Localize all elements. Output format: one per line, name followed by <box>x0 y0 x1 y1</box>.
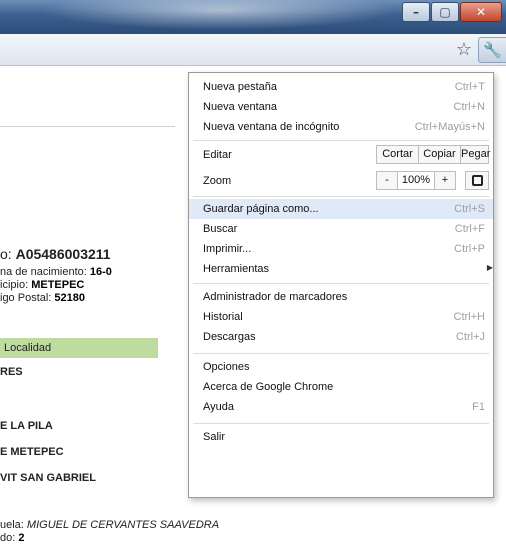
browser-toolbar: ☆ 🔧 <box>0 34 506 66</box>
maximize-button[interactable]: ▢ <box>431 2 459 22</box>
locality-header: Localidad <box>0 338 158 358</box>
menu-item-help[interactable]: Ayuda F1 <box>189 397 493 417</box>
find-label: Buscar <box>203 223 238 235</box>
menu-separator <box>193 140 489 141</box>
zoom-level: 100% <box>397 171 435 190</box>
minimize-button[interactable]: – <box>402 2 430 22</box>
exit-label: Salir <box>203 431 226 443</box>
tools-label: Herramientas <box>203 263 270 275</box>
school-value: MIGUEL DE CERVANTES SAAVEDRA <box>26 519 220 531</box>
locality-line-res: RES <box>0 366 23 378</box>
about-label: Acerca de Google Chrome <box>203 381 334 393</box>
menu-separator <box>193 353 489 354</box>
history-shortcut: Ctrl+H <box>453 311 485 323</box>
save-page-as-label: Guardar página como... <box>203 203 319 215</box>
school-label: uela: <box>0 519 27 531</box>
birthdate-line: na de nacimiento: 16-0 <box>0 266 112 278</box>
fullscreen-button[interactable] <box>465 171 489 190</box>
menu-item-incognito[interactable]: Nueva ventana de incógnito Ctrl+Mayús+N <box>189 117 493 137</box>
history-label: Historial <box>203 311 243 323</box>
new-window-label: Nueva ventana <box>203 101 277 113</box>
menu-item-options[interactable]: Opciones <box>189 357 493 377</box>
print-shortcut: Ctrl+P <box>454 243 485 255</box>
folio-label: o: <box>0 246 16 262</box>
print-label: Imprimir... <box>203 243 252 255</box>
find-shortcut: Ctrl+F <box>454 223 485 235</box>
menu-item-downloads[interactable]: Descargas Ctrl+J <box>189 327 493 347</box>
zoom-label: Zoom <box>203 175 232 187</box>
municipality-label: icipio: <box>0 279 32 291</box>
locality-line-metepec: E METEPEC <box>0 446 64 458</box>
wrench-menu-icon[interactable]: 🔧 <box>478 37 506 63</box>
close-button[interactable]: ✕ <box>460 2 502 22</box>
grade-line: do: 2 <box>0 532 24 544</box>
school-line: uela: MIGUEL DE CERVANTES SAAVEDRA <box>0 519 219 531</box>
new-tab-label: Nueva pestaña <box>203 81 277 93</box>
grade-value: 2 <box>18 532 25 544</box>
menu-item-history[interactable]: Historial Ctrl+H <box>189 307 493 327</box>
menu-item-save-page-as[interactable]: Guardar página como... Ctrl+S <box>189 199 493 219</box>
fullscreen-icon <box>471 175 483 186</box>
menu-row-edit: Editar Cortar Copiar Pegar <box>189 143 493 167</box>
new-tab-shortcut: Ctrl+T <box>454 81 485 93</box>
municipality-value: METEPEC <box>31 279 85 291</box>
menu-item-exit[interactable]: Salir <box>189 427 493 447</box>
locality-line-vit: VIT SAN GABRIEL <box>0 472 96 484</box>
grade-label: do: <box>0 532 19 544</box>
menu-separator <box>193 423 489 424</box>
menu-item-new-window[interactable]: Nueva ventana Ctrl+N <box>189 97 493 117</box>
locality-header-label: Localidad <box>4 342 52 354</box>
folio-line: o: A05486003211 <box>0 246 111 262</box>
postal-code-line: igo Postal: 52180 <box>0 292 85 304</box>
bookmark-manager-label: Administrador de marcadores <box>203 291 348 303</box>
menu-item-new-tab[interactable]: Nueva pestaña Ctrl+T <box>189 77 493 97</box>
birthdate-label: na de nacimiento: <box>0 266 90 278</box>
chrome-wrench-menu: Nueva pestaña Ctrl+T Nueva ventana Ctrl+… <box>188 72 494 498</box>
menu-item-print[interactable]: Imprimir... Ctrl+P <box>189 239 493 259</box>
edit-label: Editar <box>203 149 232 161</box>
cut-button[interactable]: Cortar <box>376 145 419 164</box>
submenu-arrow-icon: ▶ <box>486 263 493 272</box>
save-page-as-shortcut: Ctrl+S <box>454 203 485 215</box>
help-label: Ayuda <box>203 401 234 413</box>
incognito-label: Nueva ventana de incógnito <box>203 121 340 133</box>
postal-code-label: igo Postal: <box>0 292 55 304</box>
postal-code-value: 52180 <box>54 292 86 304</box>
paste-button[interactable]: Pegar <box>460 145 490 164</box>
locality-line-pila: E LA PILA <box>0 420 53 432</box>
incognito-shortcut: Ctrl+Mayús+N <box>414 121 485 133</box>
zoom-out-button[interactable]: - <box>376 171 398 190</box>
folio-value: A05486003211 <box>15 246 111 262</box>
menu-item-tools[interactable]: Herramientas ▶ <box>189 259 493 279</box>
title-bar: – ▢ ✕ <box>0 0 506 34</box>
new-window-shortcut: Ctrl+N <box>453 101 485 113</box>
downloads-label: Descargas <box>203 331 256 343</box>
downloads-shortcut: Ctrl+J <box>455 331 485 343</box>
bookmark-star-icon[interactable]: ☆ <box>454 40 474 60</box>
menu-separator <box>193 283 489 284</box>
zoom-in-button[interactable]: + <box>434 171 456 190</box>
copy-button[interactable]: Copiar <box>418 145 461 164</box>
menu-item-bookmark-manager[interactable]: Administrador de marcadores <box>189 287 493 307</box>
municipality-line: icipio: METEPEC <box>0 279 84 291</box>
help-shortcut: F1 <box>472 401 485 413</box>
menu-separator <box>193 196 489 197</box>
menu-item-about[interactable]: Acerca de Google Chrome <box>189 377 493 397</box>
menu-row-zoom: Zoom - 100% + <box>189 169 493 193</box>
birthdate-value: 16-0 <box>89 266 112 278</box>
options-label: Opciones <box>203 361 250 373</box>
menu-item-find[interactable]: Buscar Ctrl+F <box>189 219 493 239</box>
window-controls: – ▢ ✕ <box>402 2 502 22</box>
page-divider <box>0 126 175 127</box>
title-bar-glare <box>40 0 400 30</box>
